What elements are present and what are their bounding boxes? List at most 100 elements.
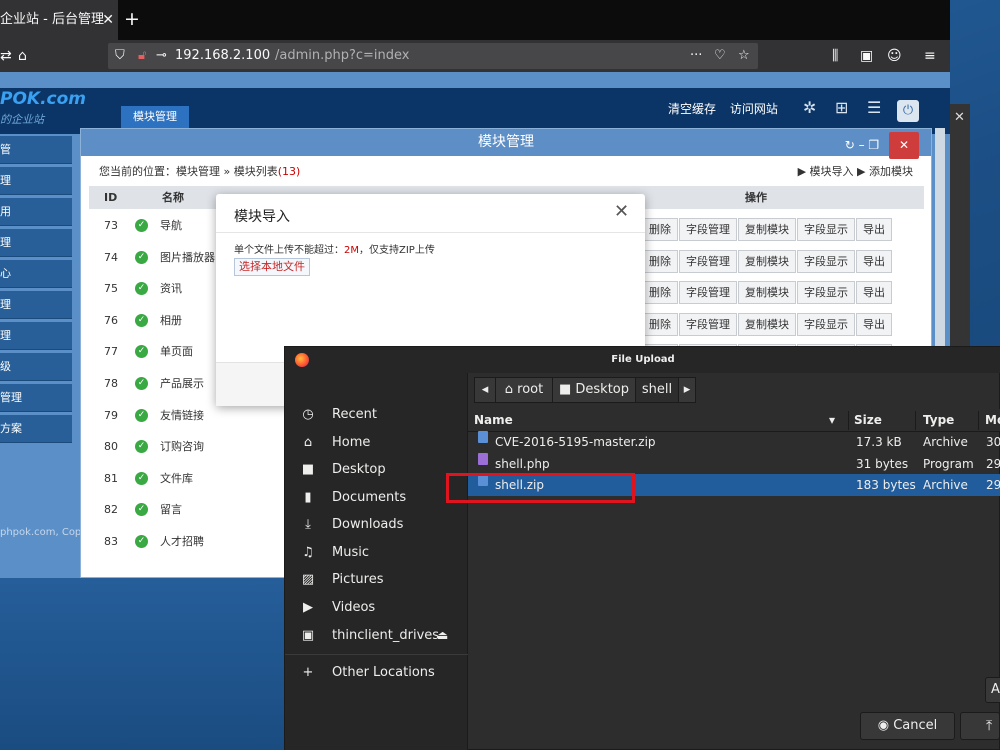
- place-pictures[interactable]: ▨ Pictures: [285, 566, 468, 593]
- enabled-check-icon[interactable]: ✓: [135, 535, 148, 548]
- enabled-check-icon[interactable]: ✓: [135, 503, 148, 517]
- field-manage-button[interactable]: 字段管理: [679, 218, 737, 241]
- module-import-link[interactable]: ▶ 模块导入: [798, 165, 854, 178]
- minimize-icon[interactable]: –: [859, 138, 865, 152]
- new-tab-button[interactable]: +: [121, 8, 143, 32]
- close-icon[interactable]: ✕: [954, 110, 965, 125]
- pocket-icon[interactable]: ♡: [714, 43, 726, 69]
- enabled-check-icon[interactable]: ✓: [135, 345, 148, 359]
- sidebar-item[interactable]: 管理: [0, 384, 72, 412]
- field-manage-button[interactable]: 字段管理: [679, 249, 737, 273]
- copy-module-button[interactable]: 复制模块: [738, 218, 796, 241]
- bookmark-star-icon[interactable]: ☆: [738, 43, 750, 69]
- delete-button[interactable]: 删除: [642, 281, 678, 305]
- path-forward-arrow[interactable]: ▸: [678, 377, 696, 403]
- place-videos[interactable]: ▶ Videos: [285, 594, 468, 621]
- insecure-lock-icon[interactable]: 🔓︎: [138, 43, 146, 69]
- enabled-check-icon[interactable]: ✓: [135, 282, 148, 296]
- export-button[interactable]: 导出: [856, 218, 892, 241]
- close-icon[interactable]: ✕: [889, 132, 919, 159]
- field-display-button[interactable]: 字段显示: [797, 281, 855, 305]
- place-music[interactable]: ♫ Music: [285, 539, 468, 566]
- file-row[interactable]: CVE-2016-5195-master.zip 17.3 kB Archive 30: [468, 431, 1000, 453]
- file-row[interactable]: shell.php 31 bytes Program 29: [468, 452, 1000, 475]
- clear-cache-link[interactable]: 清空缓存: [668, 102, 716, 116]
- place-other-locations[interactable]: + Other Locations: [285, 659, 468, 686]
- sidebar-item[interactable]: 用: [0, 198, 72, 226]
- export-button[interactable]: 导出: [856, 249, 892, 273]
- place-home[interactable]: ⌂ Home: [285, 429, 468, 456]
- copy-module-button[interactable]: 复制模块: [738, 312, 796, 336]
- cancel-button[interactable]: ◉ Cancel: [860, 712, 955, 740]
- col-modified-header[interactable]: Mo: [985, 409, 1000, 432]
- refresh-icon[interactable]: ↻: [845, 138, 855, 152]
- field-display-button[interactable]: 字段显示: [797, 218, 855, 241]
- enabled-check-icon[interactable]: ✓: [135, 471, 148, 485]
- sidebar-item[interactable]: 心: [0, 260, 72, 288]
- upload-button[interactable]: ⤒: [960, 712, 1000, 740]
- breadcrumb-path[interactable]: 模块管理 » 模块列表: [176, 165, 278, 178]
- page-actions-icon[interactable]: ···: [690, 43, 702, 69]
- sidebar-item[interactable]: 管: [0, 136, 72, 164]
- place-recent[interactable]: ◷ Recent: [285, 401, 468, 428]
- sidebar-item[interactable]: 级: [0, 353, 72, 381]
- tab-module-management[interactable]: 模块管理: [121, 106, 189, 128]
- partial-button[interactable]: A: [985, 677, 1000, 703]
- field-display-button[interactable]: 字段显示: [797, 249, 855, 273]
- delete-button[interactable]: 删除: [642, 312, 678, 336]
- maximize-icon[interactable]: ❐: [868, 138, 879, 152]
- path-back-arrow[interactable]: ◂: [474, 377, 496, 403]
- field-display-button[interactable]: 字段显示: [797, 312, 855, 336]
- col-type-header[interactable]: Type: [923, 409, 954, 432]
- close-icon[interactable]: ✕: [614, 201, 629, 222]
- place-thinclient-drives[interactable]: ▣ thinclient_drives ⏏: [285, 622, 468, 649]
- place-downloads[interactable]: ⤓ Downloads: [285, 511, 468, 538]
- menu-icon[interactable]: ≡: [924, 46, 936, 66]
- export-button[interactable]: 导出: [856, 281, 892, 305]
- logout-power-icon[interactable]: ⏻: [897, 100, 919, 122]
- sidebar-icon[interactable]: ▣: [860, 46, 873, 66]
- forward-arrow-icon[interactable]: ⇄: [0, 46, 12, 66]
- url-bar[interactable]: ⛉ 🔓︎ ⊸ 192.168.2.100 /admin.php?c=index …: [108, 43, 758, 69]
- sidebar-item[interactable]: 理: [0, 167, 72, 195]
- grid-icon[interactable]: ⊞: [835, 98, 848, 117]
- sort-down-icon[interactable]: ▾: [829, 409, 835, 432]
- sidebar-item[interactable]: 方案: [0, 415, 72, 443]
- delete-button[interactable]: 删除: [642, 218, 678, 241]
- enabled-check-icon[interactable]: ✓: [135, 377, 148, 390]
- copy-module-button[interactable]: 复制模块: [738, 249, 796, 273]
- enabled-check-icon[interactable]: ✓: [135, 250, 148, 264]
- col-size-header[interactable]: Size: [854, 409, 882, 432]
- export-button[interactable]: 导出: [856, 312, 892, 336]
- settings-gear-icon[interactable]: ✲: [803, 98, 816, 117]
- library-icon[interactable]: ⫼: [832, 46, 838, 66]
- path-desktop[interactable]: ■ Desktop: [552, 377, 636, 403]
- enabled-check-icon[interactable]: ✓: [135, 440, 148, 454]
- enabled-check-icon[interactable]: ✓: [135, 219, 148, 232]
- enabled-check-icon[interactable]: ✓: [135, 313, 148, 327]
- copy-module-button[interactable]: 复制模块: [738, 281, 796, 305]
- home-icon[interactable]: ⌂: [18, 46, 27, 66]
- delete-button[interactable]: 删除: [642, 249, 678, 273]
- browser-tab[interactable]: 企业站 - 后台管理 ✕: [0, 0, 118, 40]
- shield-icon[interactable]: ⛉: [115, 43, 125, 69]
- path-shell[interactable]: shell: [635, 377, 679, 403]
- tab-close-icon[interactable]: ✕: [102, 0, 114, 40]
- enabled-check-icon[interactable]: ✓: [135, 408, 148, 422]
- place-documents[interactable]: ▮ Documents: [285, 484, 468, 511]
- field-manage-button[interactable]: 字段管理: [679, 312, 737, 336]
- list-icon[interactable]: ☰: [867, 98, 881, 117]
- col-name-header[interactable]: Name: [474, 409, 513, 432]
- account-icon[interactable]: ☺: [887, 46, 902, 66]
- sidebar-item[interactable]: 理: [0, 291, 72, 319]
- sidebar-item[interactable]: 理: [0, 229, 72, 257]
- place-desktop[interactable]: ■ Desktop: [285, 456, 468, 483]
- eject-icon[interactable]: ⏏: [437, 622, 448, 649]
- path-root[interactable]: ⌂ root: [495, 377, 553, 403]
- field-manage-button[interactable]: 字段管理: [679, 281, 737, 305]
- choose-local-file-button[interactable]: 选择本地文件: [234, 258, 310, 276]
- file-type: Archive: [923, 478, 968, 493]
- visit-site-link[interactable]: 访问网站: [730, 102, 778, 116]
- sidebar-item[interactable]: 理: [0, 322, 72, 350]
- add-module-link[interactable]: ▶ 添加模块: [857, 165, 913, 178]
